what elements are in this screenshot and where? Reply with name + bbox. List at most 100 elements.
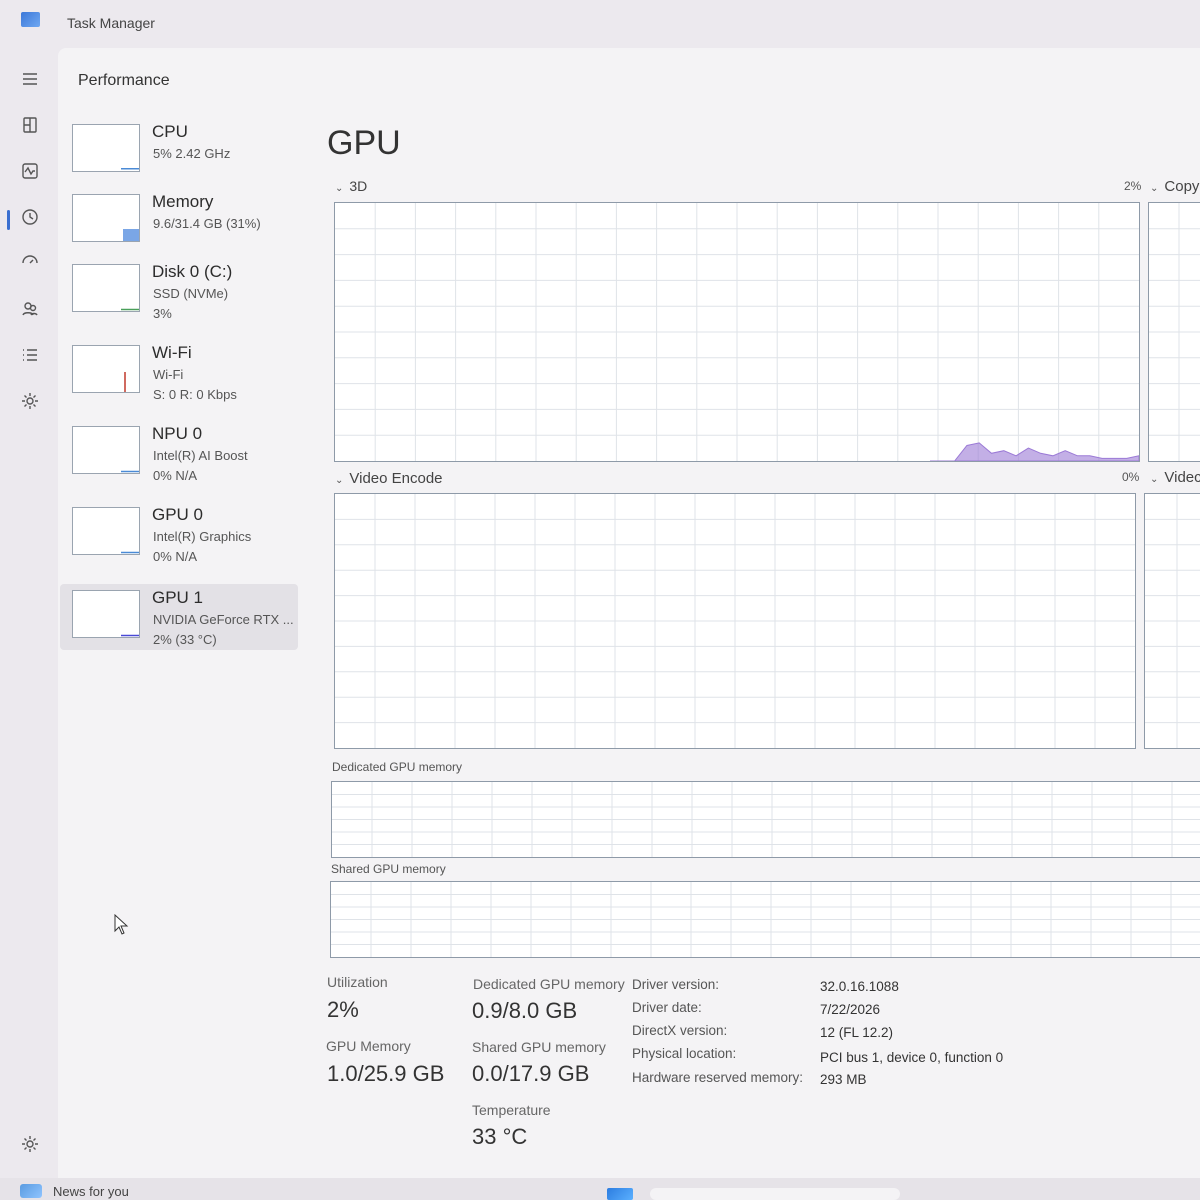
mini-graph-svg [121,470,139,473]
utilization-value: 2% [327,997,359,1022]
graph-dedicated-memory [331,781,1200,858]
sidebar-item-npu-0[interactable]: NPU 0 Intel(R) AI Boost 0% N/A [60,420,298,486]
mini-graph [72,264,140,312]
graph-video-encode [334,493,1136,749]
sidebar-item-wi-fi[interactable]: Wi-Fi Wi-Fi S: 0 R: 0 Kbps [60,339,298,405]
graph-grid [1149,203,1200,461]
services-icon[interactable] [14,385,46,417]
navigation-rail [0,48,58,1178]
page-title: Performance [78,72,170,89]
chevron-down-icon: ⌄ [1150,474,1159,485]
sidebar-item-memory[interactable]: Memory 9.6/31.4 GB (31%) [60,188,298,254]
temperature-value: 33 °C [472,1124,528,1149]
sidebar-item-detail: 0% N/A [153,468,198,483]
sidebar-item-cpu[interactable]: CPU 5% 2.42 GHz [60,118,298,184]
graph-grid [1145,494,1200,748]
mini-graph [72,590,140,638]
engine-3d-selector[interactable]: ⌄ 3D [335,178,367,194]
engine-video-decode-selector[interactable]: ⌄ Videc [1150,469,1200,486]
detail-key: Physical location: [632,1046,737,1061]
dedicated-memory-graph-label: Dedicated GPU memory [332,760,463,774]
chevron-down-icon: ⌄ [335,475,344,486]
mini-graph-fill [123,229,139,241]
sidebar-item-detail: 0% N/A [153,549,198,564]
engine-video-encode-percent: 0% [1122,470,1140,484]
detail-value: 7/22/2026 [820,1002,881,1017]
sidebar-item-detail: 3% [153,306,172,321]
sidebar-item-detail: Wi-Fi [153,367,184,382]
sidebar-item-title: Disk 0 (C:) [152,262,233,281]
engine-video-encode-selector[interactable]: ⌄ Video Encode [335,470,443,487]
detail-key: Driver date: [632,1000,702,1015]
sidebar-item-disk-0-c[interactable]: Disk 0 (C:) SSD (NVMe) 3% [60,258,298,324]
gpu-memory-label: GPU Memory [326,1038,411,1054]
graph-grid [331,882,1200,957]
window-title: Task Manager [67,15,155,31]
sidebar-item-title: GPU 0 [152,505,204,524]
graph-shared-memory [330,881,1200,958]
taskbar-search[interactable] [650,1188,900,1200]
mini-graph-svg [121,551,139,554]
dedicated-memory-value: 0.9/8.0 GB [472,998,578,1023]
app-history-icon[interactable] [14,201,46,233]
active-indicator [7,210,10,230]
sidebar-item-detail: 5% 2.42 GHz [153,146,231,161]
shared-memory-value: 0.0/17.9 GB [472,1061,590,1086]
graph-video-decode [1144,493,1200,749]
start-button[interactable] [607,1188,633,1200]
graph-grid [335,203,1139,461]
mini-graph [72,345,140,393]
title-bar: Task Manager [0,0,1200,48]
sidebar-item-detail: 9.6/31.4 GB (31%) [153,216,261,231]
sidebar-item-gpu-1[interactable]: GPU 1 NVIDIA GeForce RTX ... 2% (33 °C) [60,584,298,650]
performance-icon[interactable] [14,155,46,187]
mini-graph [72,124,140,172]
news-widget-icon[interactable] [20,1184,42,1198]
detail-value: 12 (FL 12.2) [820,1025,894,1040]
graph-grid [335,494,1135,748]
chevron-down-icon: ⌄ [335,183,344,194]
detail-value: 32.0.16.1088 [820,979,899,994]
mini-graph-svg [124,372,126,392]
settings-icon[interactable] [14,1128,46,1160]
graph-copy [1148,202,1200,462]
dedicated-memory-label: Dedicated GPU memory [473,976,625,992]
mouse-cursor-icon [114,914,129,935]
gpu-3d-usage-area [930,442,1139,461]
engine-copy-selector[interactable]: ⌄ Copy [1150,178,1199,195]
detail-key: Hardware reserved memory: [632,1070,804,1085]
hamburger-menu-icon[interactable] [14,63,46,95]
users-icon[interactable] [14,293,46,325]
mini-graph-svg [121,634,139,637]
sidebar-item-title: CPU [152,122,188,141]
taskbar: News for you [0,1178,1200,1200]
detail-key: Driver version: [632,977,720,992]
gpu-memory-value: 1.0/25.9 GB [327,1061,445,1086]
sidebar-item-detail: SSD (NVMe) [153,286,229,301]
mini-graph [72,426,140,474]
graph-3d [334,202,1140,462]
mini-graph-svg [121,167,139,170]
engine-3d-percent: 2% [1124,179,1142,193]
sidebar-item-detail: 2% (33 °C) [153,632,217,647]
mini-graph-svg [121,308,139,311]
sidebar-item-title: Wi-Fi [152,343,192,362]
processes-icon[interactable] [14,109,46,141]
details-icon[interactable] [14,339,46,371]
graph-grid [332,782,1200,857]
sidebar-item-title: Memory [152,192,214,211]
mini-graph-svg [123,229,139,241]
chevron-down-icon: ⌄ [1150,183,1159,194]
sidebar-item-gpu-0[interactable]: GPU 0 Intel(R) Graphics 0% N/A [60,501,298,567]
task-manager-app-icon [21,12,40,27]
shared-memory-label: Shared GPU memory [472,1039,606,1055]
news-widget-label[interactable]: News for you [53,1184,129,1199]
sidebar-item-title: GPU 1 [152,588,204,607]
sidebar-item-detail: Intel(R) AI Boost [153,448,248,463]
sidebar-item-title: NPU 0 [152,424,203,443]
startup-apps-icon[interactable] [14,247,46,279]
gpu-heading: GPU [327,124,401,162]
detail-key: DirectX version: [632,1023,728,1038]
utilization-label: Utilization [327,974,388,990]
sidebar-item-detail: NVIDIA GeForce RTX ... [153,612,294,627]
